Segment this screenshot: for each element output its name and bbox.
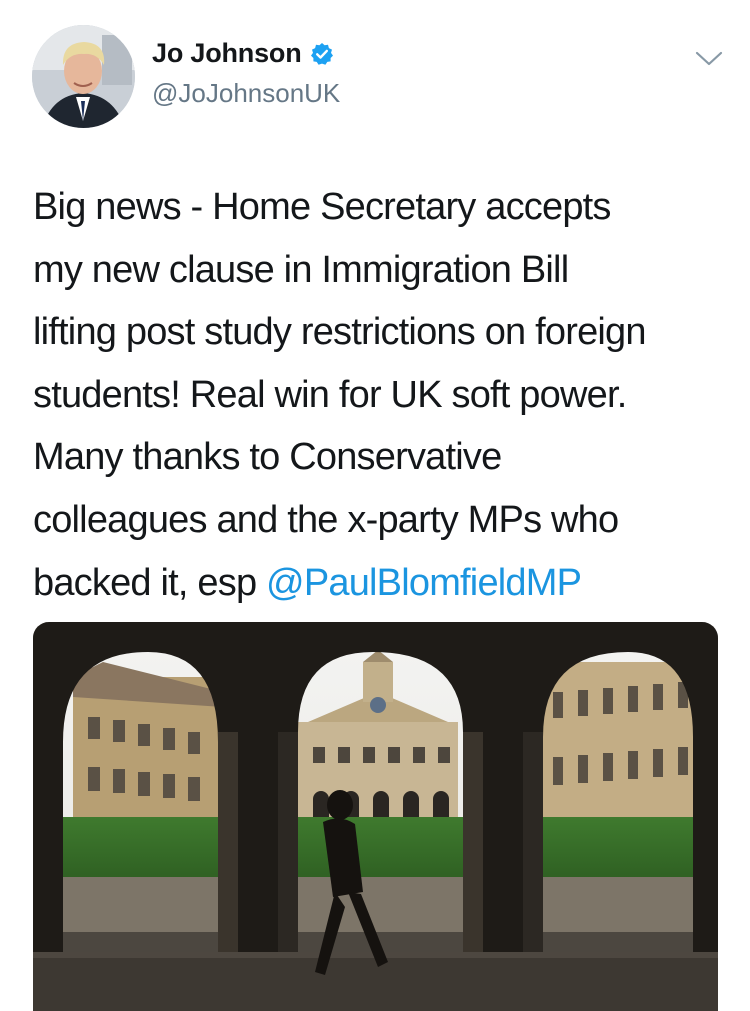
college-archway-photo (33, 622, 718, 1011)
avatar[interactable] (32, 25, 135, 128)
tweet-text-line: students! Real win for UK soft power. (33, 373, 627, 416)
chevron-down-icon[interactable] (693, 48, 725, 70)
avatar-photo (32, 25, 135, 128)
tweet-text-prefix: backed it, esp (33, 561, 267, 604)
author-handle[interactable]: @JoJohnsonUK (152, 78, 340, 109)
tweet-text-line: colleagues and the x-party MPs who (33, 498, 619, 541)
tweet-text-line: Big news - Home Secretary accepts (33, 186, 611, 228)
mention-link[interactable]: @PaulBlomfieldMP (266, 562, 582, 604)
tweet-text: Big news - Home Secretary accepts my new… (33, 176, 733, 614)
verified-badge-icon (310, 42, 334, 66)
author-display-name[interactable]: Jo Johnson (152, 38, 302, 69)
tweet-text-line: my new clause in Immigration Bill (33, 248, 569, 291)
tweet-text-line: backed it, esp @PaulBlomfieldMP (33, 552, 733, 615)
author-name-row[interactable]: Jo Johnson (152, 38, 334, 69)
tweet-media-image[interactable] (33, 622, 718, 1011)
tweet-text-line: Many thanks to Conservative (33, 436, 502, 479)
tweet-text-line: lifting post study restrictions on forei… (33, 311, 647, 354)
